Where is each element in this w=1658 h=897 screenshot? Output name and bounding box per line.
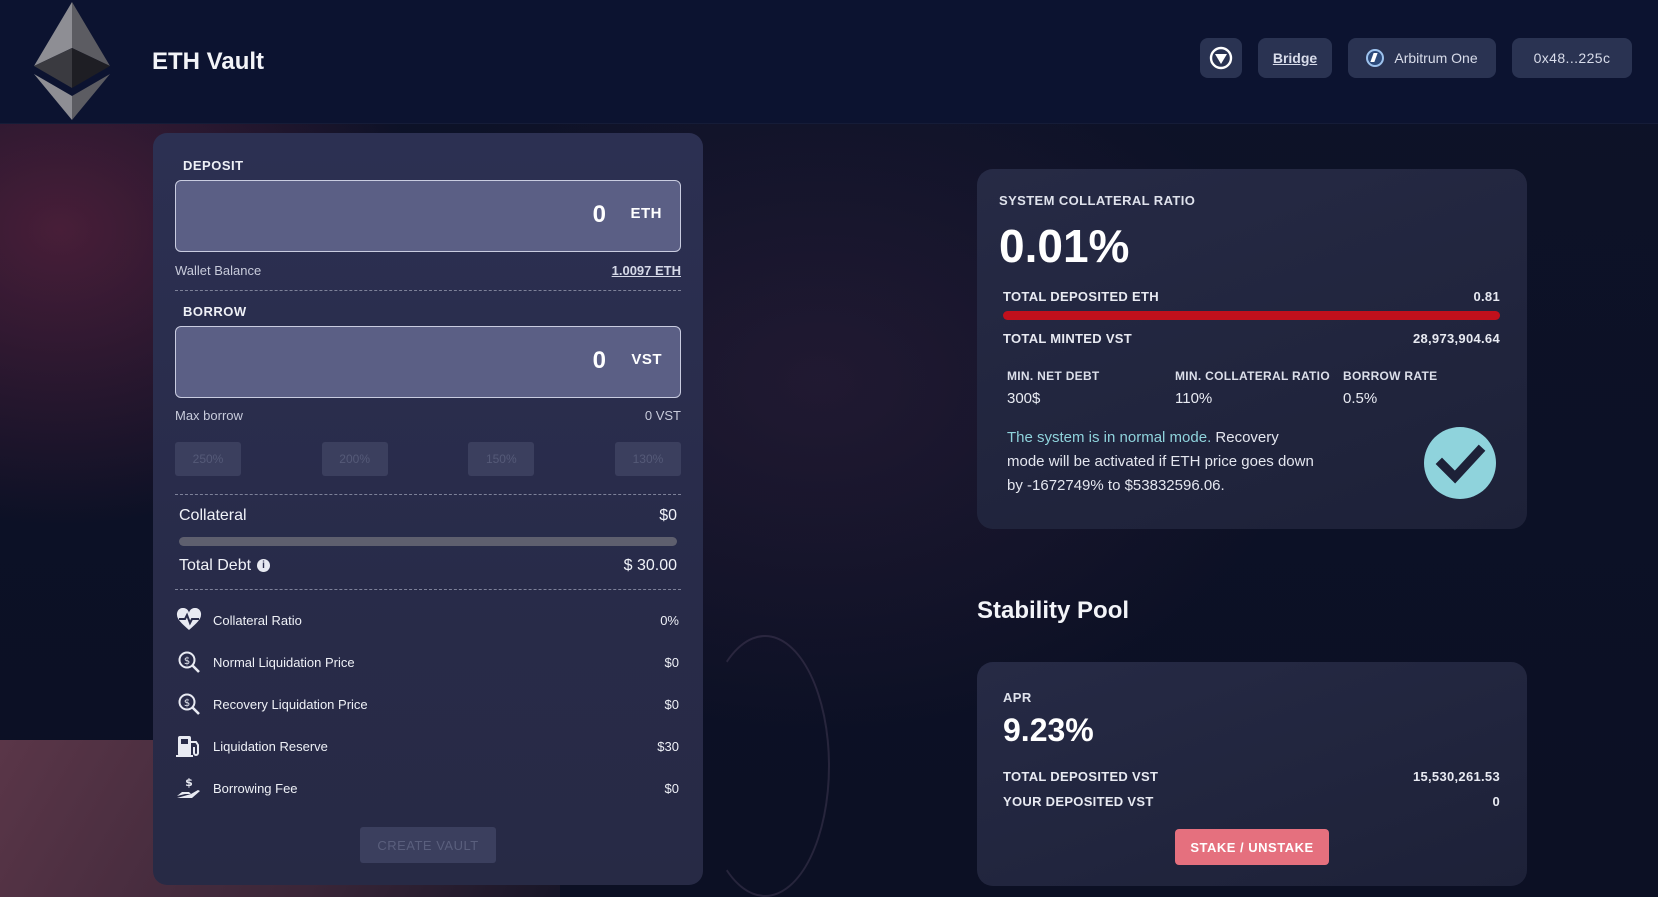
stat-row-recovery-liquidation-price: $ Recovery Liquidation Price $0: [175, 689, 679, 719]
deposit-input-value: 0: [592, 201, 606, 228]
min-net-debt-stat: MIN. NET DEBT 300$: [1007, 369, 1100, 407]
your-deposited-vst-value: 0: [1492, 794, 1500, 809]
stat-label: Normal Liquidation Price: [213, 654, 355, 670]
borrow-rate-value: 0.5%: [1343, 390, 1378, 407]
stat-value: $0: [664, 780, 679, 796]
svg-text:$: $: [185, 776, 193, 789]
borrow-rate-stat: BORROW RATE 0.5%: [1343, 369, 1437, 407]
search-dollar-icon: $: [175, 690, 203, 718]
divider: [175, 589, 681, 590]
stat-row-collateral-ratio: Collateral Ratio 0%: [175, 605, 679, 635]
stat-label: Borrowing Fee: [213, 780, 298, 796]
stat-label: Liquidation Reserve: [213, 738, 328, 754]
stability-pool-card: APR 9.23% TOTAL DEPOSITED VST 15,530,261…: [977, 662, 1527, 886]
total-minted-vst-value: 28,973,904.64: [1412, 331, 1500, 346]
overview-card: SYSTEM COLLATERAL RATIO 0.01% TOTAL DEPO…: [977, 169, 1527, 529]
ratio-250-button[interactable]: 250%: [175, 442, 241, 476]
collateral-value: $0: [659, 507, 677, 524]
background-arc-decoration: [700, 635, 830, 897]
stat-value: $0: [664, 696, 679, 712]
stat-value: $30: [657, 738, 679, 754]
bridge-button[interactable]: Bridge: [1258, 38, 1332, 78]
stat-label: Collateral Ratio: [213, 612, 302, 628]
gas-pump-icon: [175, 732, 203, 760]
borrow-rate-label: BORROW RATE: [1343, 369, 1438, 383]
min-collateral-ratio-stat: MIN. COLLATERAL RATIO 110%: [1175, 369, 1330, 407]
stat-row-liquidation-reserve: Liquidation Reserve $30: [175, 731, 679, 761]
total-debt-value: $ 30.00: [623, 557, 677, 574]
arbitrum-icon: [1366, 49, 1385, 67]
total-debt-row: Total Debt i $ 30.00: [179, 557, 677, 575]
network-label: Arbitrum One: [1394, 50, 1478, 66]
info-icon[interactable]: i: [257, 559, 271, 573]
your-deposited-vst-label: YOUR DEPOSITED VST: [1003, 794, 1154, 809]
borrow-input[interactable]: 0 VST: [175, 326, 681, 398]
wallet-balance-label: Wallet Balance: [175, 263, 262, 278]
system-ratio-value: 0.01%: [999, 220, 1130, 272]
total-deposited-eth-value: 0.81: [1473, 289, 1500, 304]
vesta-logo-button[interactable]: [1200, 38, 1242, 78]
network-selector-button[interactable]: Arbitrum One: [1348, 38, 1496, 78]
stat-row-normal-liquidation-price: $ Normal Liquidation Price $0: [175, 647, 679, 677]
max-borrow-label: Max borrow: [175, 408, 243, 423]
normal-mode-highlight: The system is in normal mode.: [1007, 429, 1212, 446]
heart-pulse-icon: [175, 606, 203, 634]
total-deposited-vst-row: TOTAL DEPOSITED VST 15,530,261.53: [1003, 769, 1500, 784]
search-dollar-icon: $: [175, 648, 203, 676]
apr-value: 9.23%: [1003, 712, 1094, 748]
collateral-row: Collateral $0: [179, 507, 677, 525]
ratio-200-button[interactable]: 200%: [321, 442, 388, 476]
max-borrow-row: Max borrow 0 VST: [175, 408, 681, 423]
stability-pool-title: Stability Pool: [977, 597, 1130, 624]
divider: [175, 494, 681, 495]
min-net-debt-label: MIN. NET DEBT: [1007, 369, 1100, 383]
collateral-progress-bar: [179, 537, 677, 546]
min-net-debt-value: 300$: [1007, 390, 1041, 407]
borrow-unit: VST: [631, 351, 662, 368]
deposited-eth-bar: [1003, 311, 1500, 320]
svg-text:$: $: [184, 698, 190, 709]
deposit-unit: ETH: [630, 205, 662, 222]
your-deposited-vst-row: YOUR DEPOSITED VST 0: [1003, 794, 1500, 809]
min-collateral-ratio-label: MIN. COLLATERAL RATIO: [1175, 369, 1330, 383]
ethereum-logo-icon: [34, 2, 110, 120]
ratio-button-group: 250% 200% 150% 130%: [175, 442, 681, 476]
stat-row-borrowing-fee: $ Borrowing Fee $0: [175, 773, 679, 803]
vault-panel: DEPOSIT 0 ETH Wallet Balance 1.0097 ETH …: [153, 133, 703, 885]
wallet-balance-link[interactable]: 1.0097 ETH: [612, 263, 681, 278]
wallet-address-button[interactable]: 0x48...225c: [1512, 38, 1632, 78]
wallet-balance-row: Wallet Balance 1.0097 ETH: [175, 263, 681, 278]
total-deposited-vst-value: 15,530,261.53: [1412, 769, 1500, 784]
hand-coin-icon: $: [175, 774, 203, 802]
borrow-label: BORROW: [183, 304, 247, 319]
system-ratio-label: SYSTEM COLLATERAL RATIO: [999, 193, 1196, 208]
stat-label: Recovery Liquidation Price: [213, 696, 368, 712]
total-deposited-eth-label: TOTAL DEPOSITED ETH: [1003, 289, 1159, 304]
total-deposited-vst-label: TOTAL DEPOSITED VST: [1003, 769, 1159, 784]
vesta-icon: [1209, 46, 1233, 70]
create-vault-button[interactable]: CREATE VAULT: [360, 827, 496, 863]
check-circle-icon: [1424, 427, 1496, 499]
stake-unstake-button[interactable]: STAKE / UNSTAKE: [1175, 829, 1329, 865]
apr-label: APR: [1003, 690, 1032, 705]
ratio-130-button[interactable]: 130%: [614, 442, 681, 476]
stat-value: 0%: [660, 612, 679, 628]
collateral-label: Collateral: [179, 507, 247, 524]
svg-text:$: $: [184, 656, 190, 667]
top-header: ETH Vault Bridge Arbitrum One 0x48...225…: [0, 0, 1658, 124]
ratio-150-button[interactable]: 150%: [468, 442, 535, 476]
deposit-input[interactable]: 0 ETH: [175, 180, 681, 252]
borrow-input-value: 0: [592, 347, 606, 374]
total-minted-vst-row: TOTAL MINTED VST 28,973,904.64: [1003, 331, 1500, 346]
deposit-label: DEPOSIT: [183, 158, 244, 173]
divider: [175, 290, 681, 291]
total-minted-vst-label: TOTAL MINTED VST: [1003, 331, 1133, 346]
max-borrow-value: 0 VST: [644, 408, 681, 423]
min-collateral-ratio-value: 110%: [1175, 390, 1213, 407]
total-debt-label: Total Debt: [179, 557, 252, 574]
total-deposited-eth-row: TOTAL DEPOSITED ETH 0.81: [1003, 289, 1500, 304]
app-title: ETH Vault: [152, 48, 265, 75]
stat-value: $0: [664, 654, 679, 670]
system-mode-message: The system is in normal mode. Recovery m…: [1007, 426, 1317, 498]
